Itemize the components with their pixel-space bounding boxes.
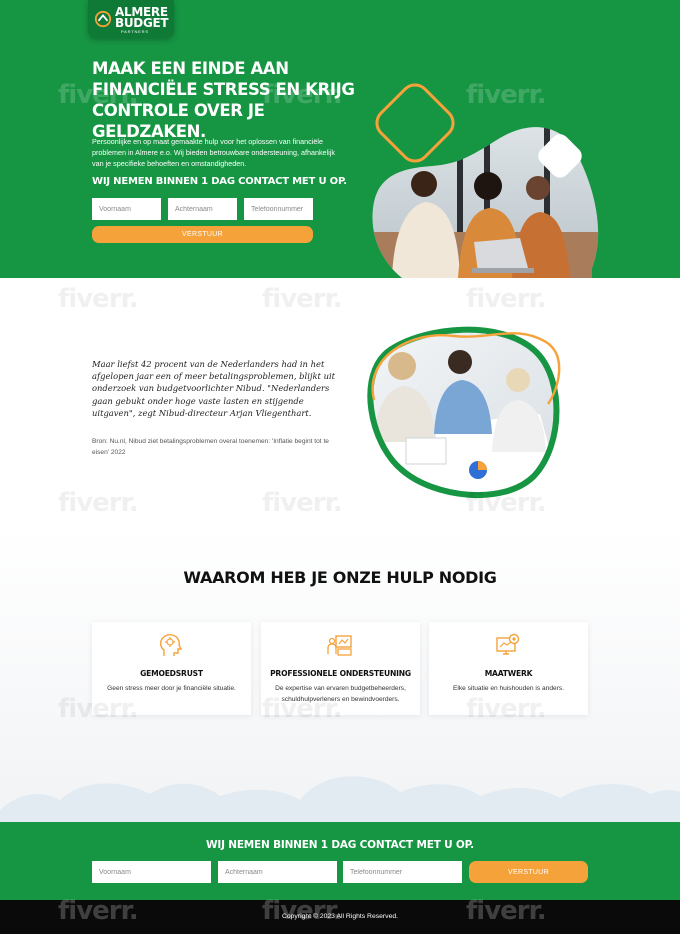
contact-phone-input[interactable] (343, 861, 462, 883)
hero-contact-subtitle: WIJ NEMEN BINNEN 1 DAG CONTACT MET U OP. (92, 176, 347, 187)
cloud-decoration (0, 776, 680, 822)
benefit-card-description: Elke situatie en huishouden is anders. (452, 685, 565, 692)
logo-subtext: PARTNERS (121, 29, 149, 34)
watermark: fiverr. (262, 896, 343, 926)
hero-section: ALMERE BUDGET PARTNERS Maak een einde aa… (0, 0, 680, 278)
why-help-section: WAAROM HEB JE ONZE HULP NODIG GEMOEDSRUS… (0, 528, 680, 822)
watermark: fiverr. (262, 284, 343, 314)
benefit-card-description: Geen stress meer door je financiële situ… (107, 685, 236, 692)
meeting-photo-blob (367, 326, 561, 499)
contact-first-name-input[interactable] (92, 861, 211, 883)
hero-first-name-input[interactable] (92, 198, 161, 220)
contact-last-name-input[interactable] (218, 861, 337, 883)
watermark: fiverr. (58, 488, 139, 518)
hero-phone-input[interactable] (244, 198, 313, 220)
hero-title: Maak een einde aan financiële stress en … (92, 59, 355, 141)
statistics-quote-section: Maar liefst 42 procent van de Nederlande… (0, 278, 680, 528)
hero-description: Persoonlijke en op maat gemaakte hulp vo… (92, 137, 335, 168)
benefit-card-custom-work: MAATWERK Elke situatie en huishouden is … (429, 622, 588, 715)
benefit-card-description: De expertise van ervaren budgetbeheerder… (275, 685, 406, 703)
hero-photo-collage (372, 83, 599, 278)
logo-text-line2: BUDGET (115, 16, 169, 30)
nibud-quote: Maar liefst 42 procent van de Nederlande… (92, 359, 336, 418)
copyright-text: Copyright © 2023 All Rights Reserved. (281, 913, 399, 920)
logo[interactable]: ALMERE BUDGET PARTNERS (88, 0, 174, 38)
benefit-card-professional-support: PROFESSIONELE ONDERSTEUNING De expertise… (261, 622, 420, 715)
watermark: fiverr. (58, 896, 139, 926)
settings-monitor-icon (496, 633, 520, 655)
watermark: fiverr. (58, 284, 139, 314)
watermark: fiverr. (466, 896, 547, 926)
contact-submit-button[interactable]: VERSTUUR (469, 861, 588, 883)
benefit-card-title: PROFESSIONELE ONDERSTEUNING (270, 669, 411, 678)
why-help-title: WAAROM HEB JE ONZE HULP NODIG (183, 568, 497, 587)
benefit-card-title: GEMOEDSRUST (140, 669, 203, 678)
quote-source: Bron: Nu.nl, Nibud ziet betalingsproblem… (92, 438, 329, 456)
hero-last-name-input[interactable] (168, 198, 237, 220)
mind-icon (159, 634, 183, 656)
contact-title: WIJ NEMEN BINNEN 1 DAG CONTACT MET U OP. (206, 839, 474, 851)
contact-section: WIJ NEMEN BINNEN 1 DAG CONTACT MET U OP.… (0, 822, 680, 900)
logo-mark-icon (94, 10, 112, 28)
footer: Copyright © 2023 All Rights Reserved. fi… (0, 896, 680, 934)
watermark: fiverr. (262, 488, 343, 518)
benefit-card-title: MAATWERK (484, 669, 533, 678)
hero-submit-button[interactable]: VERSTUUR (92, 226, 313, 243)
watermark: fiverr. (466, 284, 547, 314)
presentation-icon (327, 635, 352, 656)
benefit-card-peace-of-mind: GEMOEDSRUST Geen stress meer door je fin… (92, 622, 251, 715)
